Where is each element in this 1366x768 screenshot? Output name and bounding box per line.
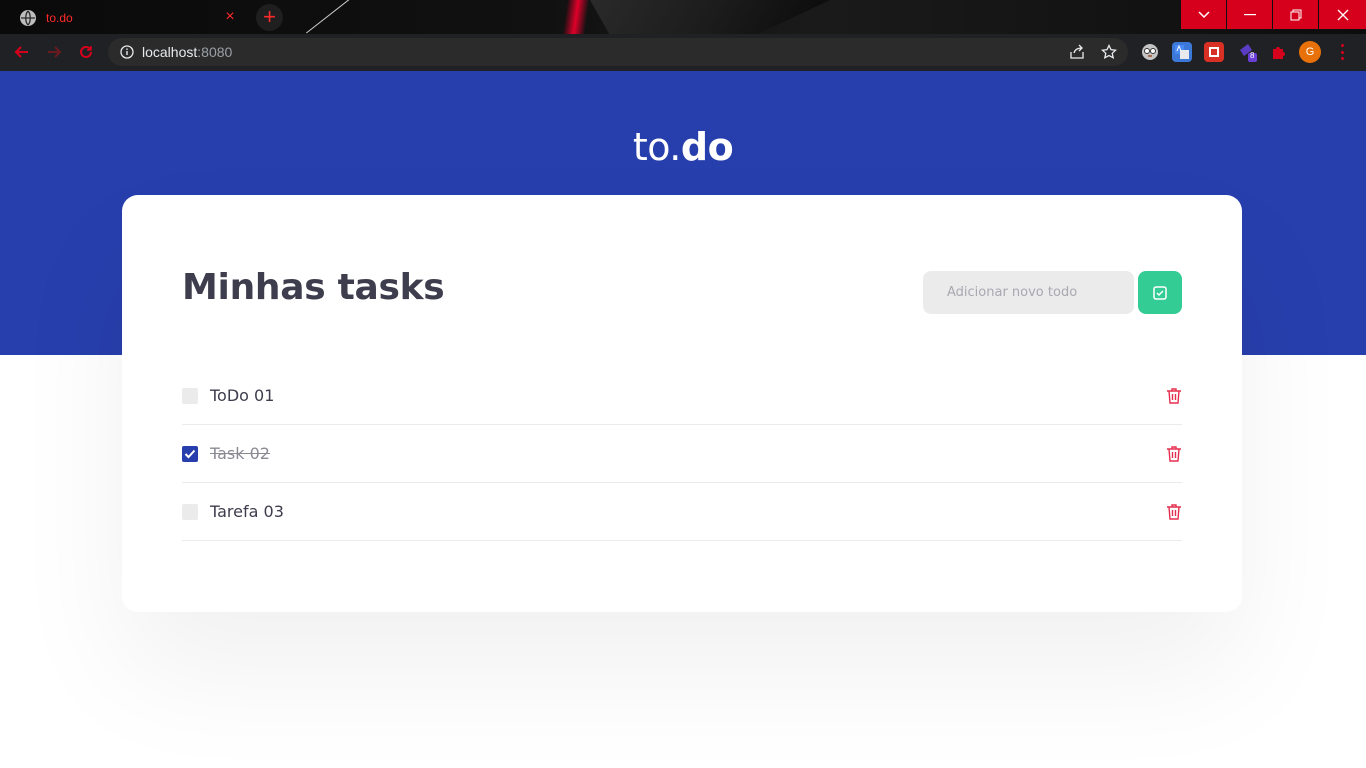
tab-close-button[interactable]: × <box>222 9 238 25</box>
restore-button[interactable] <box>1273 0 1318 29</box>
extension-red-icon[interactable] <box>1204 42 1224 62</box>
url-host: localhost <box>142 44 198 60</box>
extension-purple-icon[interactable]: 8 <box>1238 42 1258 62</box>
close-window-button[interactable] <box>1319 0 1366 29</box>
task-row: ToDo 01 <box>182 367 1182 425</box>
extension-translate-icon[interactable] <box>1172 42 1192 62</box>
url-text: localhost:8080 <box>142 44 232 60</box>
minimize-button[interactable] <box>1227 0 1272 29</box>
restore-icon <box>1290 9 1301 20</box>
extension-owl-icon[interactable] <box>1140 42 1160 62</box>
new-task-input[interactable] <box>923 271 1134 314</box>
browser-tab[interactable]: to.do × <box>8 2 246 34</box>
arrow-right-icon <box>48 46 62 58</box>
minimize-icon <box>1243 13 1256 15</box>
task-title: ToDo 01 <box>210 386 275 405</box>
bookmark-star-icon[interactable] <box>1100 43 1118 61</box>
logo-light: to. <box>632 125 682 169</box>
wallpaper-shard <box>590 0 830 34</box>
profile-avatar[interactable]: G <box>1299 41 1321 63</box>
chevron-down-icon <box>1197 10 1210 18</box>
add-task-button[interactable] <box>1138 271 1182 314</box>
task-row: Tarefa 03 <box>182 483 1182 541</box>
share-icon[interactable] <box>1068 43 1086 61</box>
back-button[interactable] <box>10 40 34 64</box>
check-square-icon <box>1153 285 1167 300</box>
app-logo: to.do <box>0 125 1366 169</box>
tasks-card: Minhas tasks ToDo 01 Task 02 Tarefa <box>122 195 1242 612</box>
browser-toolbar: localhost:8080 8 G <box>0 34 1366 71</box>
tab-title: to.do <box>46 11 73 25</box>
task-title: Tarefa 03 <box>210 502 284 521</box>
close-icon <box>1337 9 1348 20</box>
globe-icon <box>20 10 36 26</box>
task-checkbox[interactable] <box>182 387 198 404</box>
task-row: Task 02 <box>182 425 1182 483</box>
url-port: :8080 <box>197 44 233 60</box>
address-bar[interactable]: localhost:8080 <box>108 38 1128 66</box>
logo-bold: do <box>680 125 734 169</box>
task-checkbox[interactable] <box>182 503 198 520</box>
page-title: Minhas tasks <box>182 267 445 308</box>
info-icon[interactable] <box>120 45 134 59</box>
wallpaper-line <box>306 0 354 34</box>
tab-strip: to.do × + <box>0 0 1366 34</box>
trash-icon[interactable] <box>1166 445 1182 463</box>
wallpaper-streak <box>562 0 590 34</box>
puzzle-icon[interactable] <box>1268 42 1288 62</box>
task-checkbox[interactable] <box>182 445 198 462</box>
forward-button[interactable] <box>42 40 66 64</box>
tab-search-button[interactable] <box>1181 0 1226 29</box>
trash-icon[interactable] <box>1166 503 1182 521</box>
extension-badge: 8 <box>1250 51 1255 60</box>
task-list: ToDo 01 Task 02 Tarefa 03 <box>182 367 1182 541</box>
more-menu-icon[interactable] <box>1336 42 1348 62</box>
reload-icon <box>80 45 92 58</box>
trash-icon[interactable] <box>1166 387 1182 405</box>
task-title: Task 02 <box>210 444 270 463</box>
reload-button[interactable] <box>74 40 98 64</box>
new-tab-button[interactable]: + <box>256 4 283 31</box>
checkmark-icon <box>184 449 196 458</box>
arrow-left-icon <box>14 46 28 58</box>
